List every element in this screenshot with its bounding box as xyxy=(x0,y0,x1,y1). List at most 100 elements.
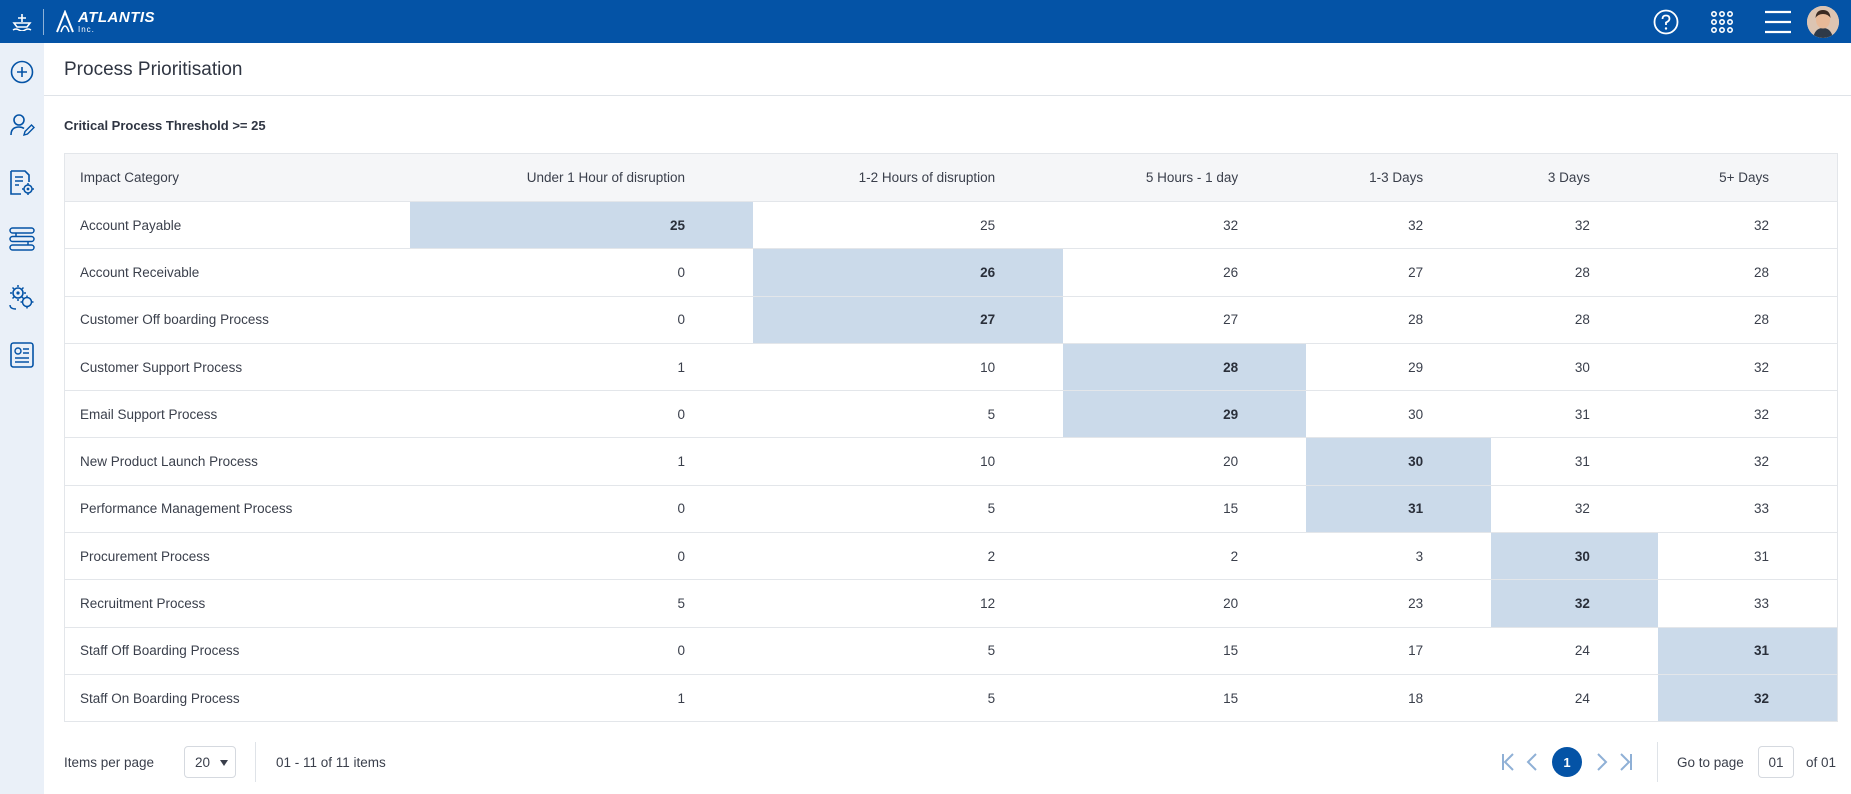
ship-logo-icon[interactable] xyxy=(0,0,43,43)
value-cell: 15 xyxy=(1063,627,1307,675)
value-cell: 26 xyxy=(1063,248,1307,297)
items-per-page-label: Items per page xyxy=(64,755,155,770)
goto-page-input[interactable] xyxy=(1758,746,1794,778)
value-cell: 10 xyxy=(753,343,1064,392)
value-cell: 15 xyxy=(1063,485,1307,534)
help-icon[interactable] xyxy=(1651,0,1681,43)
last-page-icon[interactable] xyxy=(1614,747,1638,777)
value-cell: 10 xyxy=(753,437,1064,486)
brand-logo[interactable]: ATLANTIS Inc. xyxy=(54,8,156,34)
critical-value-cell: 27 xyxy=(753,296,1064,344)
atlantis-logo-icon xyxy=(56,9,74,32)
critical-value-cell: 29 xyxy=(1063,390,1307,439)
page-title: Process Prioritisation xyxy=(64,59,243,80)
value-cell: 28 xyxy=(1657,296,1838,344)
user-avatar[interactable] xyxy=(1807,5,1839,38)
process-flow-icon[interactable] xyxy=(0,210,44,268)
value-cell: 1 xyxy=(409,343,754,392)
table-row: Recruitment Process 5 12 20 23 32 33 xyxy=(63,579,1838,628)
column-header: 3 Days xyxy=(1491,153,1658,202)
pager: 1 xyxy=(1496,740,1638,784)
critical-value-cell: 26 xyxy=(753,248,1064,297)
footer-divider xyxy=(255,742,256,782)
table-header-row: Impact Category Under 1 Hour of disruptio… xyxy=(63,153,1838,202)
value-cell: 27 xyxy=(1306,248,1492,297)
process-name-cell: Staff Off Boarding Process xyxy=(63,627,410,675)
value-cell: 2 xyxy=(753,532,1064,581)
column-header: Impact Category xyxy=(63,153,410,202)
column-header: 1-2 Hours of disruption xyxy=(753,153,1064,202)
user-edit-icon[interactable] xyxy=(0,96,44,154)
value-cell: 30 xyxy=(1491,343,1658,392)
value-cell: 24 xyxy=(1491,627,1658,675)
value-cell: 24 xyxy=(1491,674,1658,723)
prioritisation-table: Impact Category Under 1 Hour of disruptio… xyxy=(63,153,1838,723)
table-row: Customer Support Process 1 10 28 29 30 32 xyxy=(63,343,1838,392)
critical-value-cell: 31 xyxy=(1657,627,1838,675)
value-cell: 23 xyxy=(1306,579,1492,628)
critical-value-cell: 31 xyxy=(1306,485,1492,534)
total-pages-text: of 01 xyxy=(1806,755,1837,770)
value-cell: 33 xyxy=(1657,579,1838,628)
value-cell: 28 xyxy=(1491,248,1658,297)
current-page-button[interactable]: 1 xyxy=(1552,747,1582,777)
value-cell: 28 xyxy=(1657,248,1838,297)
value-cell: 32 xyxy=(1657,201,1838,250)
value-cell: 20 xyxy=(1063,579,1307,628)
value-cell: 5 xyxy=(753,674,1064,723)
apps-grid-icon[interactable] xyxy=(1709,0,1735,43)
column-header: Under 1 Hour of disruption xyxy=(409,153,754,202)
value-cell: 32 xyxy=(1657,437,1838,486)
value-cell: 32 xyxy=(1063,201,1307,250)
item-range-text: 01 - 11 of 11 items xyxy=(276,755,386,770)
value-cell: 32 xyxy=(1306,201,1492,250)
column-header: 5+ Days xyxy=(1657,153,1838,202)
add-circle-icon[interactable] xyxy=(0,43,44,101)
process-name-cell: Performance Management Process xyxy=(63,485,410,534)
prev-page-icon[interactable] xyxy=(1520,747,1544,777)
value-cell: 0 xyxy=(409,627,754,675)
value-cell: 33 xyxy=(1657,485,1838,534)
value-cell: 0 xyxy=(409,296,754,344)
report-card-icon[interactable] xyxy=(0,326,44,384)
process-name-cell: Recruitment Process xyxy=(63,579,410,628)
critical-value-cell: 32 xyxy=(1657,674,1838,723)
items-per-page-select[interactable]: 20 xyxy=(184,746,236,778)
process-name-cell: Customer Support Process xyxy=(63,343,410,392)
value-cell: 2 xyxy=(1063,532,1307,581)
critical-value-cell: 28 xyxy=(1063,343,1307,392)
hamburger-menu-icon[interactable] xyxy=(1763,0,1793,43)
first-page-icon[interactable] xyxy=(1496,747,1520,777)
value-cell: 32 xyxy=(1491,201,1658,250)
value-cell: 18 xyxy=(1306,674,1492,723)
sidebar xyxy=(0,43,44,794)
value-cell: 1 xyxy=(409,437,754,486)
value-cell: 31 xyxy=(1657,532,1838,581)
value-cell: 31 xyxy=(1491,390,1658,439)
gears-process-icon[interactable] xyxy=(0,268,44,326)
footer-divider xyxy=(1657,742,1658,782)
table-body: Account Payable 25 25 32 32 32 32 Account Recei… xyxy=(63,201,1838,723)
brand-name: ATLANTIS xyxy=(78,8,156,26)
value-cell: 28 xyxy=(1306,296,1492,344)
process-name-cell: Procurement Process xyxy=(63,532,410,581)
value-cell: 20 xyxy=(1063,437,1307,486)
value-cell: 0 xyxy=(409,532,754,581)
value-cell: 25 xyxy=(753,201,1064,250)
table-row: Customer Off boarding Process 0 27 27 28 28 28 xyxy=(63,296,1838,344)
table-row: Staff On Boarding Process 1 5 15 18 24 32 xyxy=(63,674,1838,723)
value-cell: 15 xyxy=(1063,674,1307,723)
value-cell: 0 xyxy=(409,248,754,297)
value-cell: 0 xyxy=(409,390,754,439)
top-bar: ATLANTIS Inc. xyxy=(0,0,1851,43)
value-cell: 30 xyxy=(1306,390,1492,439)
table-row: Account Receivable 0 26 26 27 28 28 xyxy=(63,248,1838,297)
document-settings-icon[interactable] xyxy=(0,154,44,212)
next-page-icon[interactable] xyxy=(1590,747,1614,777)
value-cell: 12 xyxy=(753,579,1064,628)
value-cell: 28 xyxy=(1491,296,1658,344)
table-row: Email Support Process 0 5 29 30 31 32 xyxy=(63,390,1838,439)
table-row: Performance Management Process 0 5 15 31 32 33 xyxy=(63,485,1838,534)
table-row: Account Payable 25 25 32 32 32 32 xyxy=(63,201,1838,250)
critical-value-cell: 30 xyxy=(1491,532,1658,581)
